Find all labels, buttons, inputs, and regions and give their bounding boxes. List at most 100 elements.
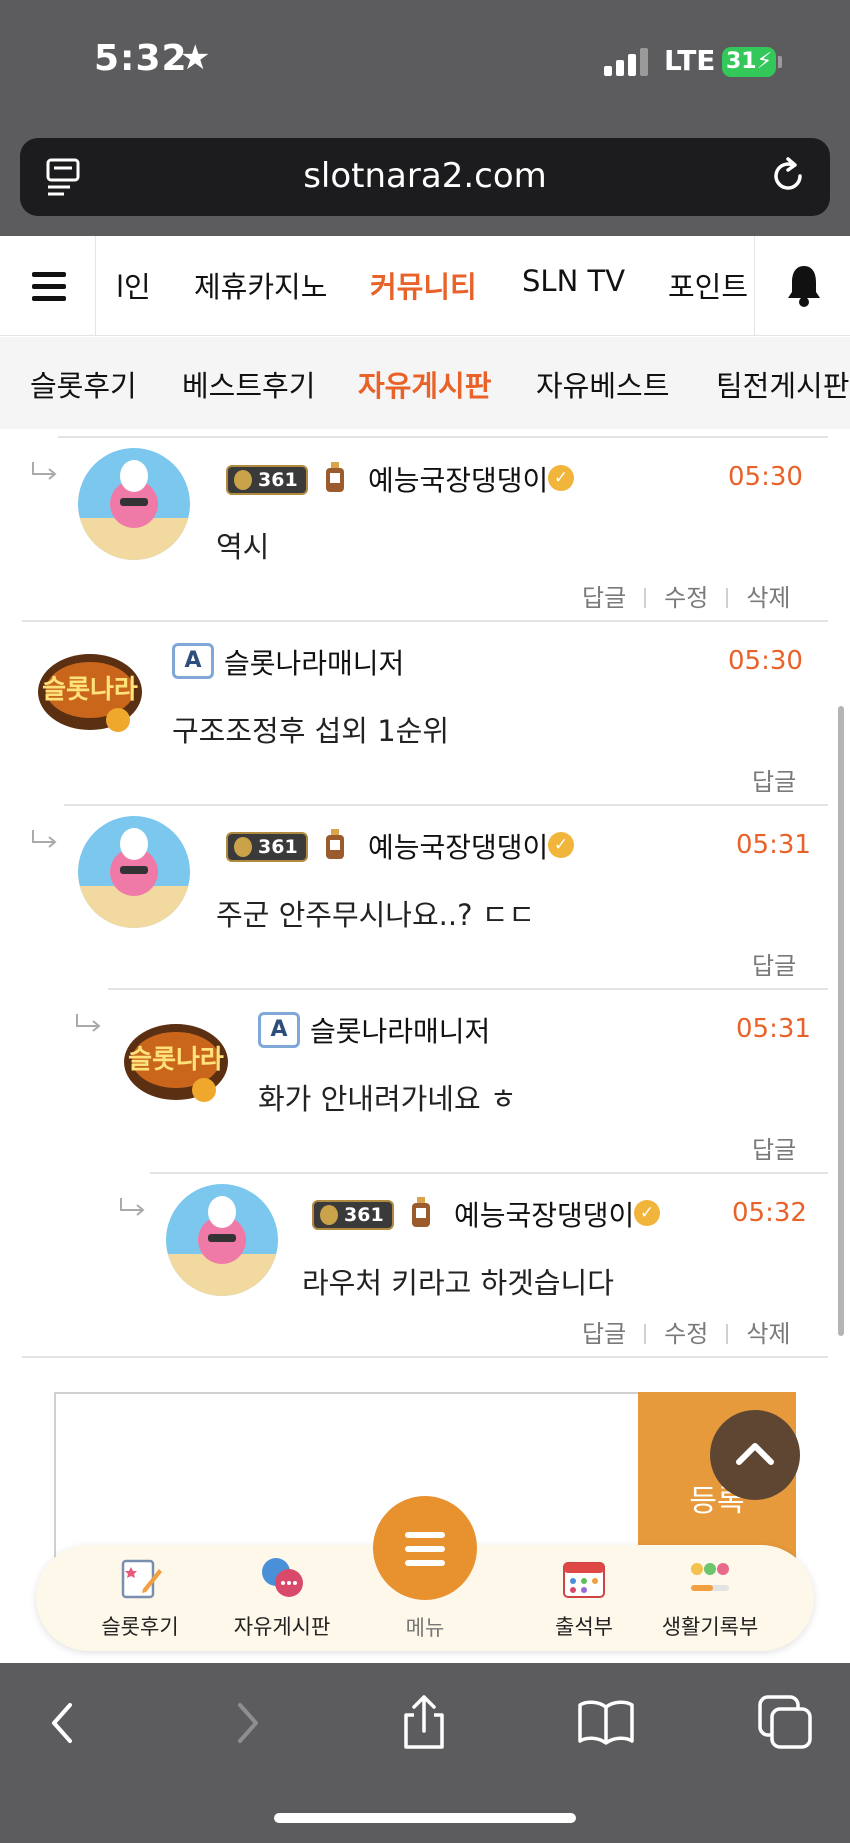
bottom-menu-label: 슬롯후기 — [101, 1615, 179, 1639]
battery-tip — [778, 56, 782, 68]
status-time: 5:32 — [94, 38, 188, 79]
chat-bubbles-icon — [262, 1558, 303, 1597]
reply-button[interactable]: 답글 — [752, 1136, 796, 1164]
comment-input[interactable] — [54, 1392, 640, 1562]
bottom-menu-slot-review[interactable]: 슬롯후기 — [70, 1545, 210, 1651]
comment-content: 화가 안내려가네요 ㅎ — [258, 1082, 517, 1116]
edit-button[interactable]: 수정 — [664, 584, 708, 612]
comment-author[interactable]: 슬롯나라매니저 — [224, 642, 404, 682]
divider — [58, 436, 828, 438]
comment-time: 05:31 — [736, 830, 811, 860]
reply-arrow-icon — [32, 462, 57, 480]
bell-icon — [788, 266, 820, 307]
reply-button[interactable]: 답글 — [582, 584, 626, 612]
notification-button[interactable] — [754, 236, 850, 336]
nav-item-points[interactable]: 포인트 — [668, 264, 748, 306]
location-star-icon: ★ — [180, 38, 211, 78]
battery-level: 31 — [725, 49, 757, 74]
bottom-menu-label: 출석부 — [555, 1615, 613, 1639]
comment-author[interactable]: 슬롯나라매니저 — [310, 1010, 490, 1050]
comment-actions: 답글 — [752, 1130, 796, 1165]
comment-time: 05:30 — [728, 646, 803, 676]
svg-text:슬롯나라: 슬롯나라 — [42, 675, 138, 705]
level-badge: 361 — [226, 465, 308, 495]
comment-actions: 답글 수정 삭제 — [582, 578, 791, 613]
reply-button[interactable]: 답글 — [752, 952, 796, 980]
back-icon[interactable] — [34, 1693, 94, 1753]
forward-icon[interactable] — [216, 1693, 276, 1753]
level-badge: 361 — [312, 1200, 394, 1230]
reload-icon[interactable] — [768, 156, 808, 196]
calendar-icon — [563, 1562, 605, 1598]
admin-badge-icon: A — [258, 1012, 300, 1048]
bottom-menu-label: 자유게시판 — [233, 1615, 331, 1639]
nav-item-sln-tv[interactable]: SLN TV — [522, 264, 625, 298]
mood-faces-icon — [691, 1563, 729, 1591]
comment-content: 라우처 키라고 하겟습니다 — [302, 1266, 614, 1300]
comment-actions: 답글 — [752, 762, 796, 797]
tabs-icon[interactable] — [756, 1693, 816, 1753]
comment-content: 구조조정후 섭외 1순위 — [172, 714, 450, 748]
comment-author[interactable]: 예능국장댕댕이 — [368, 826, 548, 866]
menu-center-label: 메뉴 — [405, 1616, 445, 1640]
verified-icon: ✓ — [548, 832, 574, 858]
chevron-up-icon — [736, 1443, 774, 1465]
reply-arrow-icon — [32, 830, 57, 848]
verified-icon: ✓ — [634, 1200, 660, 1226]
bottom-menu-free-board[interactable]: 자유게시판 — [212, 1545, 352, 1651]
subnav-team-board[interactable]: 팀전게시판 — [716, 363, 849, 405]
reply-button[interactable]: 답글 — [752, 768, 796, 796]
reply-arrow-icon — [76, 1014, 101, 1032]
avatar: 슬롯나라 — [32, 640, 144, 752]
edit-button[interactable]: 수정 — [664, 1320, 708, 1348]
reply-arrow-icon — [120, 1198, 145, 1216]
level-badge: 361 — [226, 832, 308, 862]
admin-badge-icon: A — [172, 643, 214, 679]
subnav-free-board[interactable]: 자유게시판 — [358, 363, 491, 405]
comment-content: 역시 — [216, 530, 270, 564]
home-indicator — [274, 1813, 576, 1823]
sub-nav: 슬롯후기 베스트후기 자유게시판 자유베스트 팀전게시판 — [0, 337, 850, 429]
subnav-best-review[interactable]: 베스트후기 — [182, 363, 315, 405]
menu-center-button[interactable] — [373, 1496, 477, 1600]
avatar — [78, 448, 190, 560]
browser-chrome-top: 5:32 ★ LTE 31⚡ slotnara2.com — [0, 0, 850, 236]
bottom-menu-life-record[interactable]: 생활기록부 — [640, 1545, 780, 1651]
rank-icon — [326, 462, 344, 492]
divider — [64, 804, 828, 806]
nav-item-community[interactable]: 커뮤니티 — [370, 264, 477, 306]
scrollbar[interactable] — [838, 706, 844, 1336]
url-bar[interactable]: slotnara2.com — [20, 138, 830, 216]
url-text[interactable]: slotnara2.com — [20, 156, 830, 196]
main-nav-items: l인 제휴카지노 커뮤니티 SLN TV 포인트 — [96, 236, 754, 336]
nav-item-partner-casino[interactable]: 제휴카지노 — [194, 264, 327, 306]
note-edit-icon — [121, 1559, 162, 1599]
verified-icon: ✓ — [548, 465, 574, 491]
avatar: 슬롯나라 — [118, 1010, 230, 1122]
bottom-menu-label: 생활기록부 — [661, 1615, 759, 1639]
rank-icon — [326, 829, 344, 859]
nav-item-login[interactable]: l인 — [116, 264, 151, 306]
bottom-menu-attendance[interactable]: 출석부 — [514, 1545, 654, 1651]
delete-button[interactable]: 삭제 — [746, 1320, 790, 1348]
avatar — [166, 1184, 278, 1296]
subnav-free-best[interactable]: 자유베스트 — [536, 363, 669, 405]
delete-button[interactable]: 삭제 — [746, 584, 790, 612]
svg-text:슬롯나라: 슬롯나라 — [128, 1045, 224, 1075]
divider — [150, 1172, 828, 1174]
share-icon[interactable] — [394, 1693, 454, 1753]
comment-time: 05:31 — [736, 1014, 811, 1044]
scroll-top-button[interactable] — [710, 1410, 800, 1500]
comment-author[interactable]: 예능국장댕댕이 — [454, 1194, 634, 1234]
reply-button[interactable]: 답글 — [582, 1320, 626, 1348]
divider — [22, 620, 828, 622]
comment-author[interactable]: 예능국장댕댕이 — [368, 459, 548, 499]
comment-actions: 답글 — [752, 946, 796, 981]
subnav-slot-review[interactable]: 슬롯후기 — [30, 363, 137, 405]
comment-content: 주군 안주무시나요..? ㄷㄷ — [216, 898, 536, 932]
comment-time: 05:32 — [732, 1198, 807, 1228]
divider — [22, 1356, 828, 1358]
avatar — [78, 816, 190, 928]
bookmarks-icon[interactable] — [576, 1693, 636, 1753]
hamburger-menu-icon[interactable] — [0, 236, 96, 336]
